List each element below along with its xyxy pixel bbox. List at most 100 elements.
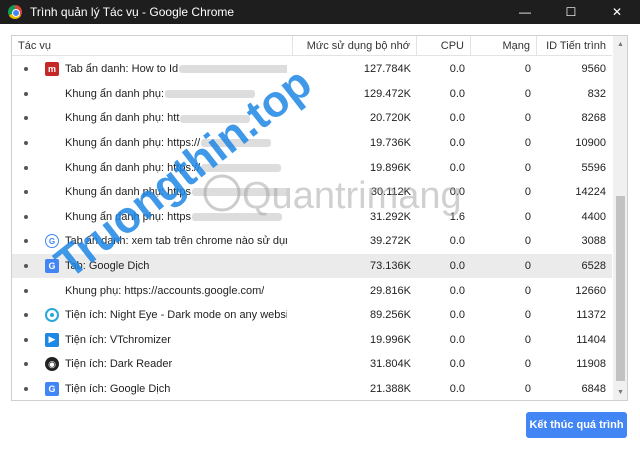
table-row[interactable]: Khung ẩn danh phụ: htt 20.720K 0.0 0 8268 <box>12 106 612 131</box>
bullet-icon <box>24 141 28 146</box>
night-eye-icon <box>45 308 59 323</box>
network-cell: 0 <box>524 260 531 273</box>
bullet-icon <box>24 116 28 121</box>
memory-cell: 19.896K <box>370 161 411 174</box>
scrollbar-thumb[interactable] <box>616 196 625 381</box>
process-id-cell: 11404 <box>576 333 606 346</box>
bullet-icon <box>24 337 28 342</box>
bullet-icon <box>24 239 28 244</box>
cpu-cell: 0.0 <box>449 235 465 248</box>
blank-favicon-icon <box>45 111 59 125</box>
bullet-icon <box>24 264 28 269</box>
table-row[interactable]: Khung ẩn danh phụ: https 31.292K 1.6 0 4400 <box>12 205 612 230</box>
table-row[interactable]: G Tab ẩn danh: xem tab trên chrome nào sử… <box>12 229 612 254</box>
table-row[interactable]: Khung phụ: https://accounts.google.com/2… <box>12 278 612 303</box>
column-header-task[interactable]: Tác vụ <box>12 36 293 56</box>
cpu-cell: 0.0 <box>449 63 465 76</box>
memory-cell: 19.736K <box>370 137 411 150</box>
translate-icon: G <box>45 259 59 274</box>
red-tab-icon: m <box>45 62 59 77</box>
network-cell: 0 <box>524 210 531 223</box>
task-cell: Tiện ích: Night Eye - Dark mode on any w… <box>12 308 293 323</box>
memory-cell: 127.784K <box>363 63 411 76</box>
bullet-icon <box>24 214 28 219</box>
task-cell: ◉ Tiện ích: Dark Reader <box>12 357 293 372</box>
bullet-icon <box>24 190 28 195</box>
vertical-scrollbar[interactable]: ▲ ▼ <box>613 36 627 400</box>
task-cell: Khung ẩn danh phụ: https:// <box>12 136 293 150</box>
task-name: Khung ẩn danh phụ: https <box>65 186 287 198</box>
table-row[interactable]: ◉ Tiện ích: Dark Reader 31.804K 0.0 0 11908 <box>12 352 612 377</box>
task-cell: Khung ẩn danh phụ: htt <box>12 111 293 125</box>
cpu-cell: 0.0 <box>449 383 465 396</box>
task-cell: ▶ Tiện ích: VTchromizer <box>12 332 293 347</box>
memory-cell: 31.804K <box>370 358 411 371</box>
dark-reader-icon: ◉ <box>45 357 59 372</box>
cpu-cell: 0.0 <box>449 309 465 322</box>
network-cell: 0 <box>524 87 531 100</box>
redacted-url-blur <box>179 65 287 74</box>
cpu-cell: 0.0 <box>449 260 465 273</box>
table-row[interactable]: Tiện ích: Night Eye - Dark mode on any w… <box>12 303 612 328</box>
process-id-cell: 8268 <box>581 112 606 125</box>
process-id-cell: 11908 <box>576 358 606 371</box>
memory-cell: 129.472K <box>363 87 411 100</box>
table-row[interactable]: Khung ẩn danh phụ: https:// 19.896K 0.0 0 55… <box>12 155 612 180</box>
table-body: m Tab ẩn danh: How to Id 127.784K 0.0 0 9560 K… <box>12 57 612 400</box>
column-header-cpu[interactable]: CPU <box>417 36 471 56</box>
memory-cell: 31.292K <box>370 210 411 223</box>
task-cell: Khung ẩn danh phụ: https:// <box>12 161 293 175</box>
task-cell: Khung ẩn danh phụ: <box>12 87 293 101</box>
memory-cell: 20.720K <box>370 112 411 125</box>
column-header-memory[interactable]: Mức sử dụng bộ nhớ <box>293 36 417 56</box>
memory-cell: 29.816K <box>370 284 411 297</box>
bullet-icon <box>24 288 28 293</box>
cpu-cell: 0.0 <box>449 112 465 125</box>
scroll-down-arrow-icon[interactable]: ▼ <box>613 384 627 400</box>
cpu-cell: 0.0 <box>449 284 465 297</box>
bullet-icon <box>24 67 28 72</box>
memory-cell: 21.388K <box>370 383 411 396</box>
table-row[interactable]: Khung ẩn danh phụ: https 30.112K 0.0 0 14224 <box>12 180 612 205</box>
memory-cell: 73.136K <box>370 260 411 273</box>
table-row[interactable]: ▶ Tiện ích: VTchromizer 19.996K 0.0 0 11404 <box>12 328 612 353</box>
scroll-up-arrow-icon[interactable]: ▲ <box>613 36 627 52</box>
task-name: Tiện ích: VTchromizer <box>65 333 171 346</box>
table-header: Tác vụ Mức sử dụng bộ nhớ CPU Mạng ID Ti… <box>12 36 612 56</box>
column-header-network[interactable]: Mạng <box>471 36 537 56</box>
task-name: Khung ẩn danh phụ: https <box>65 211 283 223</box>
redacted-url-blur <box>192 188 287 197</box>
task-cell: Khung ẩn danh phụ: https <box>12 210 293 224</box>
minimize-button[interactable]: — <box>502 0 548 24</box>
close-button[interactable]: ✕ <box>594 0 640 24</box>
blank-favicon-icon <box>45 185 59 199</box>
end-process-button[interactable]: Kết thúc quá trình <box>526 412 627 438</box>
table-row[interactable]: G Tiện ích: Google Dịch 21.388K 0.0 0 6848 <box>12 377 612 400</box>
memory-cell: 39.272K <box>370 235 411 248</box>
process-id-cell: 6848 <box>581 383 606 396</box>
process-id-cell: 12660 <box>575 284 606 297</box>
maximize-button[interactable]: ☐ <box>548 0 594 24</box>
chrome-logo-icon <box>8 5 22 19</box>
task-cell: G Tab: Google Dịch <box>12 259 293 274</box>
task-cell: Khung phụ: https://accounts.google.com/ <box>12 284 293 298</box>
process-id-cell: 10900 <box>575 137 606 150</box>
redacted-url-blur <box>201 139 272 148</box>
table-row[interactable]: Khung ẩn danh phụ: https:// 19.736K 0.0 0 10… <box>12 131 612 156</box>
process-id-cell: 6528 <box>581 260 606 273</box>
table-row[interactable]: Khung ẩn danh phụ: 129.472K 0.0 0 832 <box>12 82 612 107</box>
redacted-url-blur <box>192 212 282 221</box>
network-cell: 0 <box>524 383 531 396</box>
bullet-icon <box>24 91 28 96</box>
process-id-cell: 5596 <box>581 161 606 174</box>
google-icon: G <box>45 234 59 249</box>
task-name: Tiện ích: Google Dịch <box>65 383 171 396</box>
table-row[interactable]: G Tab: Google Dịch 73.136K 0.0 0 6528 <box>12 253 612 279</box>
blank-favicon-icon <box>45 161 59 175</box>
memory-cell: 19.996K <box>370 333 411 346</box>
network-cell: 0 <box>524 112 531 125</box>
cpu-cell: 0.0 <box>449 186 465 199</box>
column-header-process-id[interactable]: ID Tiến trình <box>537 36 612 56</box>
table-row[interactable]: m Tab ẩn danh: How to Id 127.784K 0.0 0 9560 <box>12 57 612 82</box>
task-name: Tab ẩn danh: How to Id <box>65 63 287 75</box>
